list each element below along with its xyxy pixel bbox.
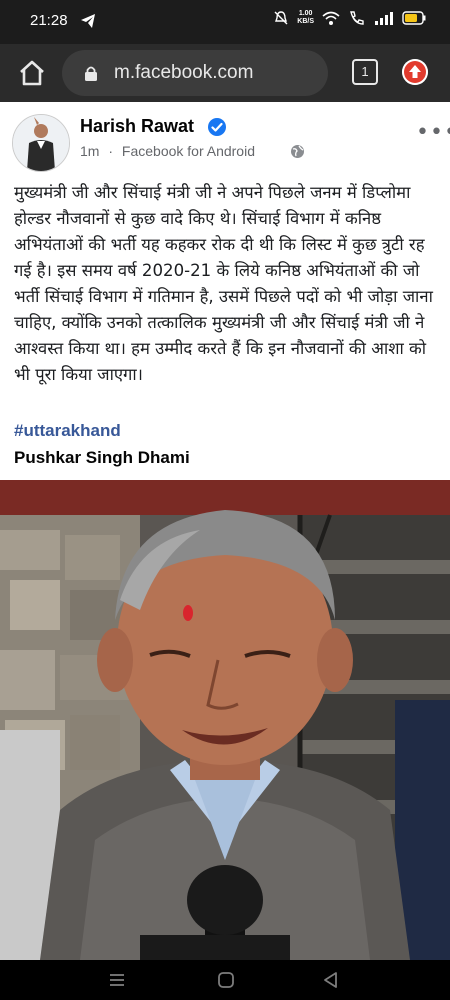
post-photo[interactable] xyxy=(0,480,450,960)
post-header: Harish Rawat 1m · Facebook for Android •… xyxy=(0,102,450,178)
post-meta: 1m · Facebook for Android xyxy=(80,143,255,159)
recent-apps-icon[interactable] xyxy=(108,972,126,988)
update-icon[interactable] xyxy=(402,59,428,85)
author-avatar[interactable] xyxy=(12,114,70,172)
status-icons: 1.00 KB/S xyxy=(273,10,426,26)
url-text[interactable]: m.facebook.com xyxy=(114,62,253,84)
call-icon xyxy=(350,11,364,25)
post-source: Facebook for Android xyxy=(121,143,255,159)
address-bar[interactable]: m.facebook.com xyxy=(62,50,328,96)
signal-icon xyxy=(375,12,393,25)
lock-icon xyxy=(85,66,97,81)
status-bar: 21:28 1.00 KB/S xyxy=(0,0,450,44)
tagged-person-link[interactable]: Pushkar Singh Dhami xyxy=(14,448,190,468)
author-name[interactable]: Harish Rawat xyxy=(80,116,194,137)
system-navigation-bar xyxy=(0,960,450,1000)
more-options-icon[interactable]: ••• xyxy=(416,120,450,145)
hashtag-link[interactable]: #uttarakhand xyxy=(14,421,121,441)
net-speed: 1.00 KB/S xyxy=(297,10,314,26)
nav-home-icon[interactable] xyxy=(217,971,235,989)
post-body: मुख्यमंत्री जी और सिंचाई मंत्री जी ने अप… xyxy=(14,183,433,384)
nav-back-icon[interactable] xyxy=(322,971,340,989)
verified-badge-icon xyxy=(208,118,226,136)
home-icon[interactable] xyxy=(17,58,47,88)
post-time[interactable]: 1m xyxy=(80,143,99,159)
avatar-image xyxy=(13,115,69,171)
mute-icon xyxy=(274,11,288,25)
wifi-icon xyxy=(322,11,340,25)
tab-switcher-button[interactable]: 1 xyxy=(352,59,378,85)
net-speed-unit: KB/S xyxy=(297,18,314,25)
meta-separator: · xyxy=(108,143,114,159)
browser-toolbar: m.facebook.com 1 xyxy=(0,44,450,102)
globe-icon xyxy=(291,145,304,158)
status-time: 21:28 xyxy=(30,12,68,29)
net-speed-value: 1.00 xyxy=(298,10,313,17)
telegram-notification-icon xyxy=(81,14,95,28)
battery-icon xyxy=(402,11,426,25)
photo-image xyxy=(0,480,450,960)
